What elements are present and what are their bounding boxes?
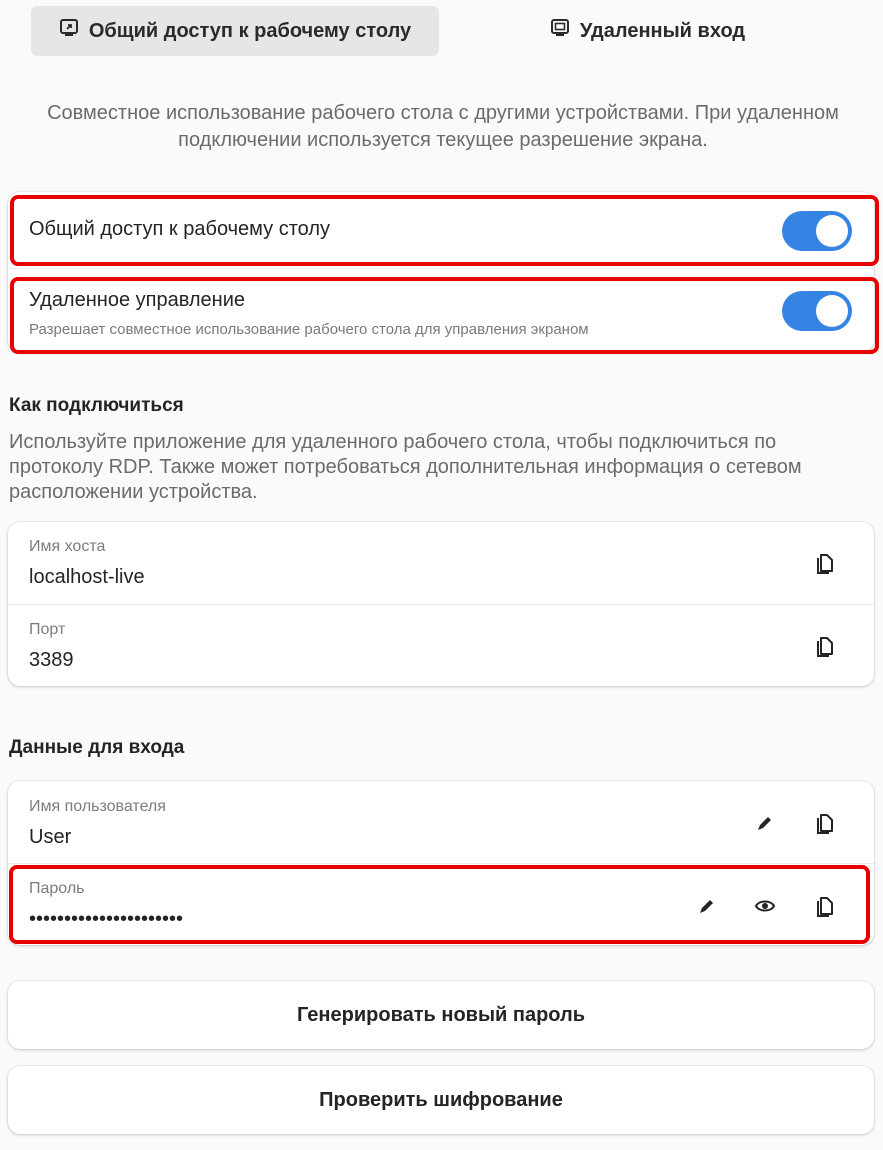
password-row: Пароль ••••••••••••••••••••••	[8, 863, 874, 945]
page-description: Совместное использование рабочего стола …	[47, 102, 839, 151]
edit-icon	[700, 900, 713, 913]
tab-remote-login[interactable]: Удаленный вход	[470, 6, 825, 56]
verify-encryption-button[interactable]: Проверить шифрование	[8, 1066, 874, 1134]
screen-share-icon	[59, 18, 79, 44]
port-row: Порт 3389	[8, 604, 874, 686]
copy-hostname-button[interactable]	[812, 550, 838, 576]
copy-port-button[interactable]	[812, 633, 838, 659]
username-label: Имя пользователя	[29, 798, 166, 815]
generate-password-button[interactable]: Генерировать новый пароль	[8, 981, 874, 1049]
copy-icon	[817, 554, 833, 574]
edit-password-button[interactable]	[694, 893, 720, 919]
tab-remote-login-label: Удаленный вход	[579, 19, 746, 42]
hostname-label: Имя хоста	[29, 538, 106, 555]
desktop-sharing-row[interactable]: Общий доступ к рабочему столу	[8, 192, 874, 268]
hostname-row: Имя хоста localhost-live	[8, 522, 874, 604]
show-password-button[interactable]	[752, 893, 778, 919]
remote-control-sublabel: Разрешает совместное использование рабоч…	[29, 321, 589, 338]
remote-control-label: Удаленное управление	[29, 289, 245, 311]
sharing-toggles-card: Общий доступ к рабочему столу Удаленное …	[8, 192, 874, 352]
switch-knob	[816, 215, 848, 247]
copy-icon	[817, 897, 833, 917]
hostname-value: localhost-live	[29, 566, 145, 588]
tab-desktop-sharing[interactable]: Общий доступ к рабочему столу	[31, 6, 439, 56]
copy-password-button[interactable]	[812, 893, 838, 919]
copy-icon	[817, 637, 833, 657]
eye-icon	[754, 900, 776, 912]
copy-icon	[817, 814, 833, 834]
remote-control-row[interactable]: Удаленное управление Разрешает совместно…	[8, 268, 874, 352]
credentials-heading: Данные для входа	[9, 737, 185, 758]
port-label: Порт	[29, 621, 66, 638]
desktop-sharing-label: Общий доступ к рабочему столу	[29, 218, 330, 240]
switch-knob	[816, 295, 848, 327]
remote-desktop-icon	[550, 18, 570, 44]
edit-icon	[758, 817, 771, 830]
desktop-sharing-switch[interactable]	[782, 211, 852, 251]
connection-info-card: Имя хоста localhost-live Порт 3389	[8, 522, 874, 686]
username-value: User	[29, 826, 72, 848]
edit-username-button[interactable]	[752, 810, 778, 836]
remote-control-switch[interactable]	[782, 291, 852, 331]
copy-username-button[interactable]	[812, 810, 838, 836]
port-value: 3389	[29, 649, 74, 671]
view-switcher: Общий доступ к рабочему столу Удаленный …	[0, 0, 883, 60]
tab-desktop-sharing-label: Общий доступ к рабочему столу	[88, 19, 412, 42]
how-to-connect-heading: Как подключиться	[9, 395, 184, 416]
credentials-card: Имя пользователя User Пароль •••••••••••…	[8, 781, 874, 945]
how-to-connect-text: Используйте приложение для удаленного ра…	[9, 431, 802, 503]
username-row: Имя пользователя User	[8, 781, 874, 863]
password-value: ••••••••••••••••••••••	[29, 908, 184, 930]
password-label: Пароль	[29, 880, 85, 897]
